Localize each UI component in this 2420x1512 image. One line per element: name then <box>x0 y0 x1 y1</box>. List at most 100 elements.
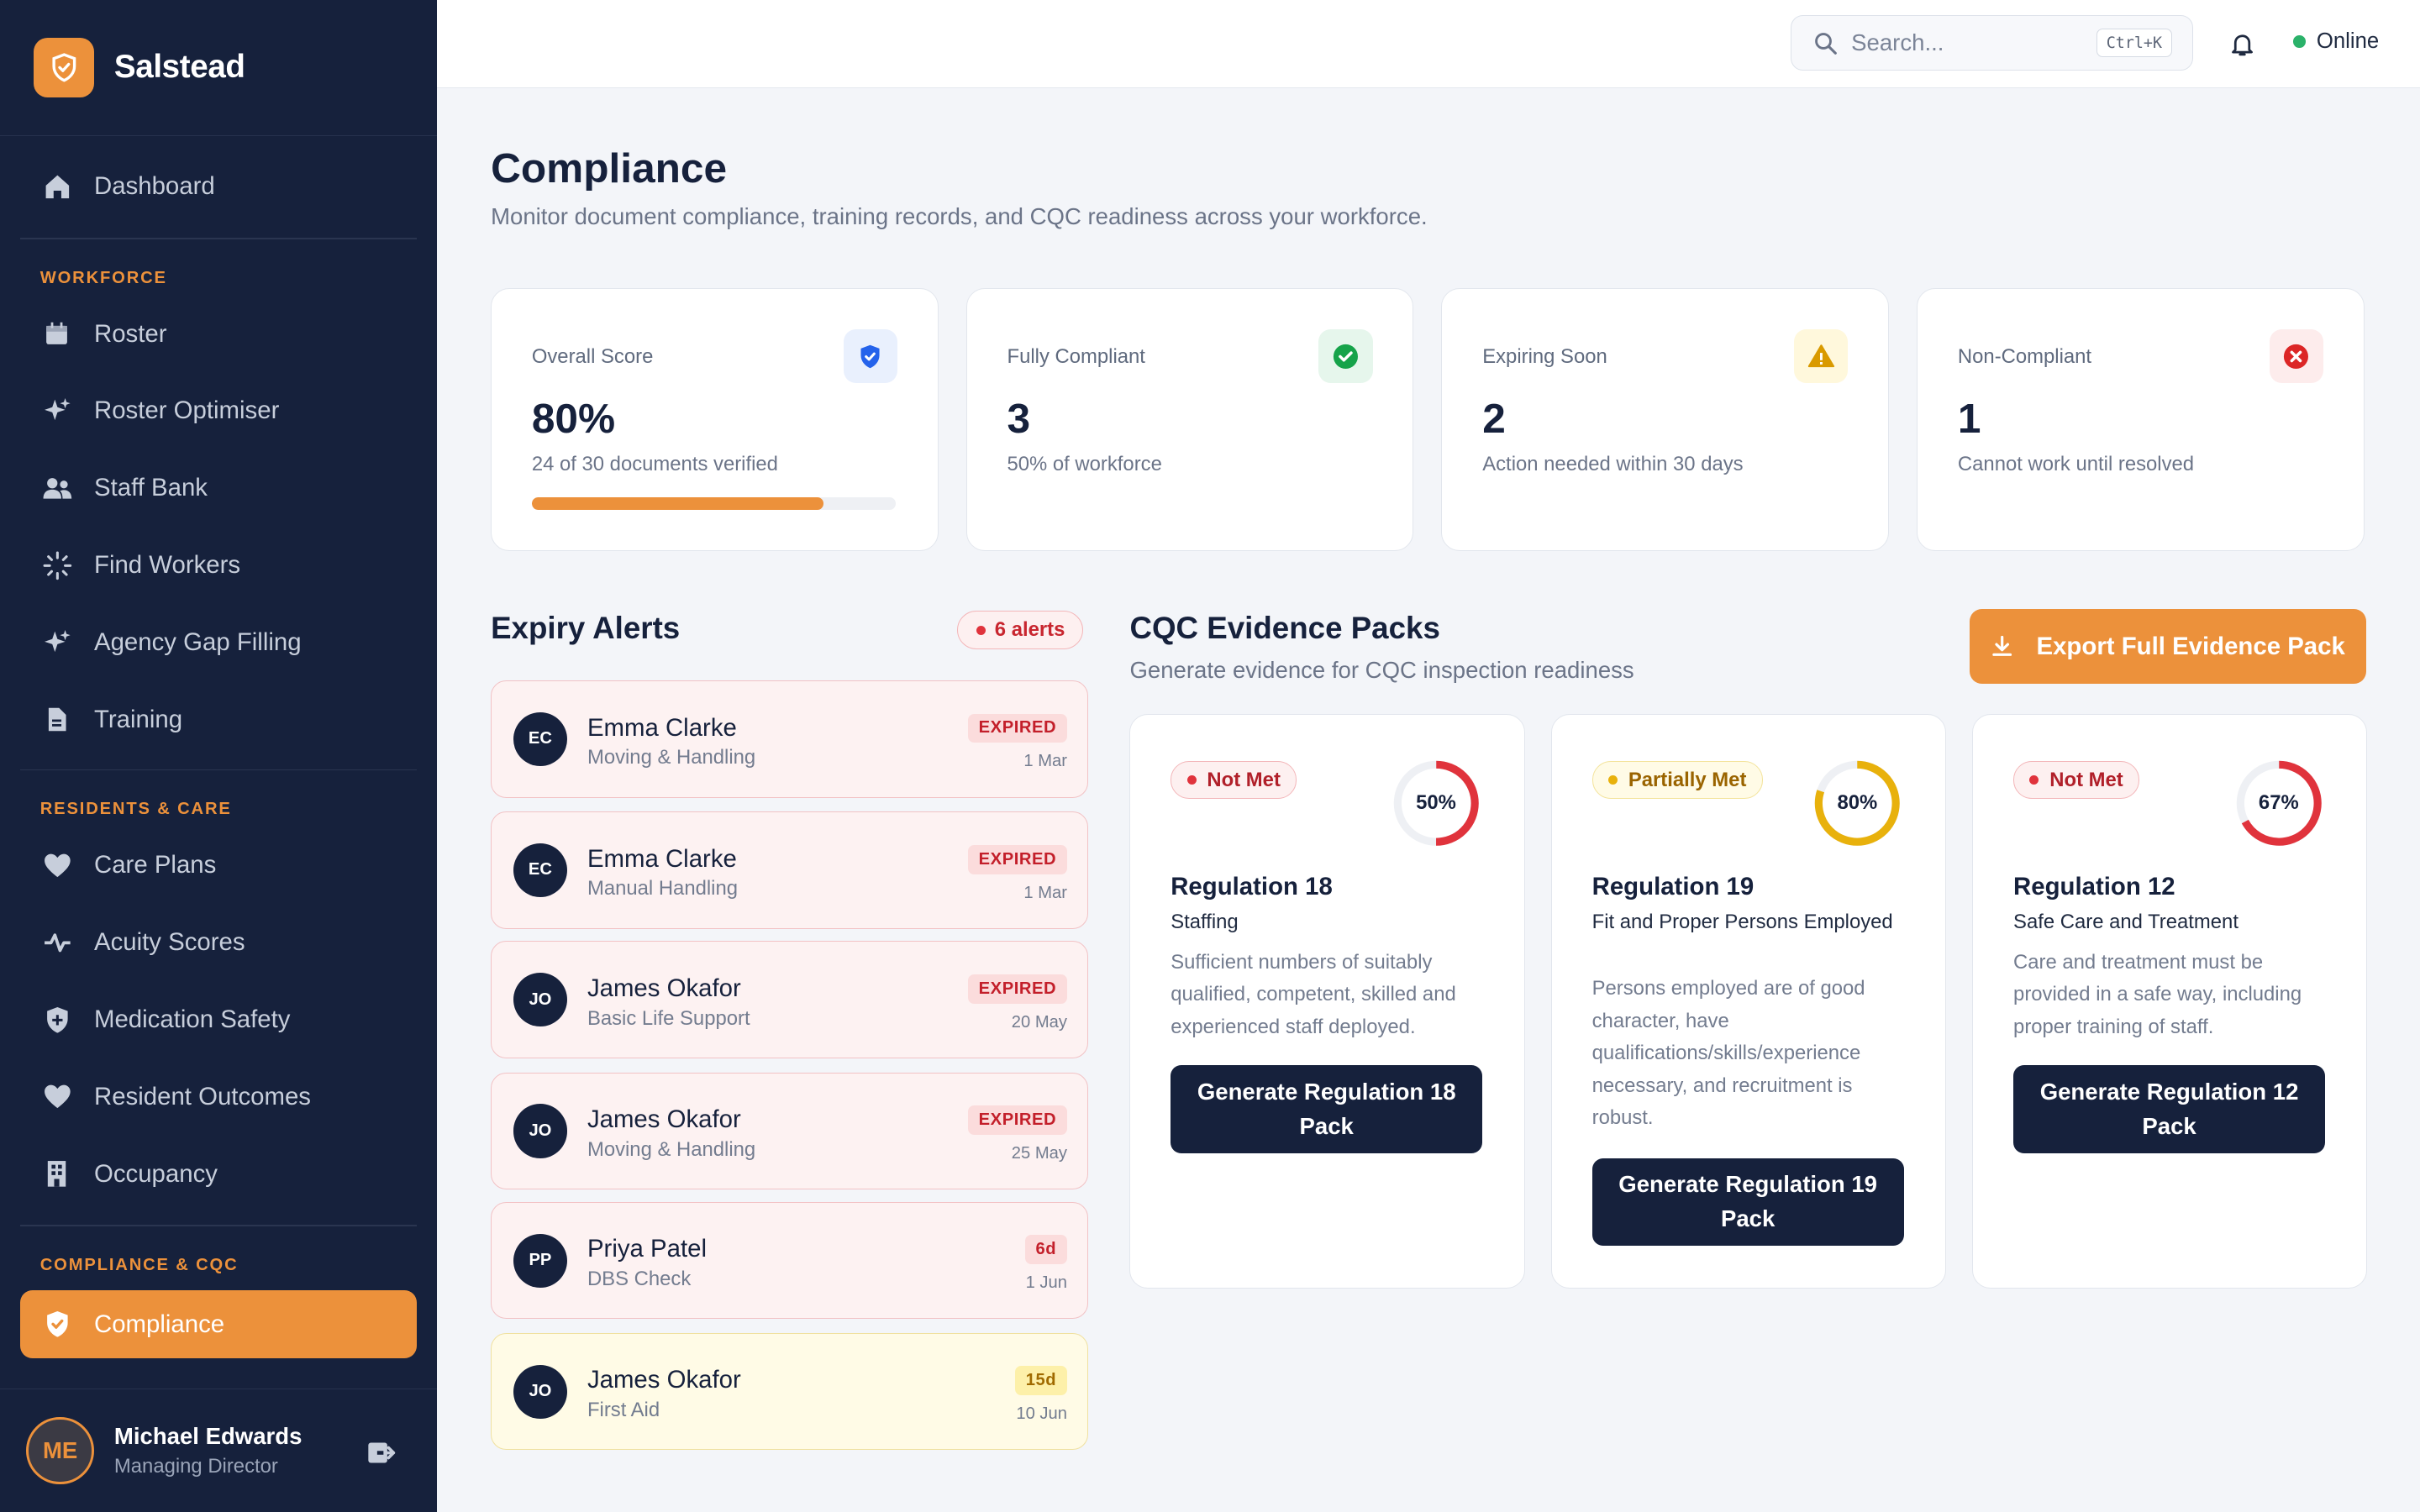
shield-logo-icon <box>34 37 95 98</box>
heart-icon <box>42 1081 73 1112</box>
nav-item-care-plans[interactable]: Care Plans <box>0 827 437 904</box>
badge-label: 6 alerts <box>994 618 1065 642</box>
nav-item-occupancy[interactable]: Occupancy <box>0 1136 437 1213</box>
logout-icon[interactable] <box>366 1439 397 1473</box>
app-name: Salstead <box>113 49 245 86</box>
nav-label: Staff Bank <box>94 474 208 502</box>
expiry-alert-item[interactable]: EC Emma Clarke Moving & Handling EXPIRED… <box>491 680 1088 798</box>
avatar: EC <box>513 711 568 766</box>
expiry-alert-item[interactable]: JO James Okafor First Aid 15d 10 Jun <box>491 1332 1088 1451</box>
status-dot <box>1186 775 1197 785</box>
expiry-date: 25 May <box>1011 1143 1067 1163</box>
regulation-description: Care and treatment must be provided in a… <box>2013 950 2302 1039</box>
main-content: Compliance Monitor document compliance, … <box>437 88 2420 1512</box>
expiry-date: 10 Jun <box>1016 1404 1067 1424</box>
nav-item-training[interactable]: Training <box>0 681 437 759</box>
stat-card-expiring-soon: Expiring Soon 2 Action needed within 30 … <box>1441 288 1890 551</box>
nav-item-medication-safety[interactable]: Medication Safety <box>0 981 437 1058</box>
sparkles-icon <box>42 627 73 659</box>
stat-label: Expiring Soon <box>1482 344 1607 368</box>
nav-item-find-workers[interactable]: Find Workers <box>0 527 437 604</box>
progress-fill <box>531 497 823 511</box>
brand[interactable]: Salstead <box>0 0 437 136</box>
regulation-title: Regulation 18 <box>1171 872 1333 900</box>
score-progress-bar <box>531 497 897 511</box>
search-icon <box>1812 30 1839 56</box>
regulation-card-19: Partially Met 80% Regulation 19 Fit and … <box>1550 714 1947 1289</box>
status-dot <box>2029 775 2039 785</box>
search-input[interactable]: Search... <box>1851 29 1944 56</box>
nav-item-acuity-scores[interactable]: Acuity Scores <box>0 904 437 981</box>
expiry-date: 20 May <box>1011 1012 1067 1032</box>
heart-icon <box>42 850 73 881</box>
status-label: Partially Met <box>1628 768 1747 791</box>
nav-label: Occupancy <box>94 1159 218 1188</box>
regulation-subtitle: Fit and Proper Persons Employed <box>1591 910 1893 933</box>
stat-value: 3 <box>1007 395 1031 443</box>
course-name: First Aid <box>587 1399 660 1422</box>
export-evidence-pack-button[interactable]: Export Full Evidence Pack <box>1969 609 2366 684</box>
nav-item-dashboard[interactable]: Dashboard <box>0 148 437 225</box>
status-badge: 15d <box>1014 1366 1067 1396</box>
activity-icon <box>42 927 73 958</box>
topbar: Search... Ctrl+K Online <box>436 0 2420 88</box>
avatar: JO <box>513 1104 568 1158</box>
expiry-alert-item[interactable]: EC Emma Clarke Manual Handling EXPIRED 1… <box>491 811 1088 929</box>
nav-label: Find Workers <box>94 551 241 580</box>
bell-icon[interactable] <box>2228 29 2256 66</box>
stat-value: 1 <box>1957 395 1981 443</box>
status-badge: Not Met <box>2013 761 2140 799</box>
nav-item-agency-gap-filling[interactable]: Agency Gap Filling <box>0 604 437 681</box>
section-residents-care: RESIDENTS & CARE <box>39 800 232 819</box>
expiry-alert-item[interactable]: PP Priya Patel DBS Check 6d 1 Jun <box>491 1201 1088 1320</box>
stat-card-overall-score: Overall Score 80% 24 of 30 documents ver… <box>491 288 939 551</box>
online-status: Online <box>2293 29 2379 54</box>
nav-item-staff-bank[interactable]: Staff Bank <box>0 449 437 527</box>
x-circle-icon <box>2269 329 2324 384</box>
nav-label: Acuity Scores <box>94 928 245 957</box>
regulation-title: Regulation 19 <box>1591 872 1754 900</box>
expiry-alert-item[interactable]: JO James Okafor Moving & Handling EXPIRE… <box>491 1072 1088 1190</box>
nav-item-roster[interactable]: Roster <box>0 296 437 373</box>
status-badge: 6d <box>1024 1235 1067 1265</box>
course-name: Manual Handling <box>587 877 738 900</box>
expiry-alert-item[interactable]: JO James Okafor Basic Life Support EXPIR… <box>491 941 1088 1058</box>
nav-label: Dashboard <box>94 172 215 201</box>
regulation-subtitle: Safe Care and Treatment <box>2013 910 2238 933</box>
generate-regulation-18-button[interactable]: Generate Regulation 18 Pack <box>1171 1065 1483 1153</box>
stat-desc: Action needed within 30 days <box>1482 453 1744 476</box>
progress-percent: 80% <box>1837 791 1878 815</box>
regulation-subtitle: Staffing <box>1171 910 1239 933</box>
stat-label: Fully Compliant <box>1007 344 1145 368</box>
stat-label: Non-Compliant <box>1957 344 2092 368</box>
generate-regulation-19-button[interactable]: Generate Regulation 19 Pack <box>1591 1158 1904 1247</box>
page-title: Compliance <box>491 144 728 192</box>
stat-card-non-compliant: Non-Compliant 1 Cannot work until resolv… <box>1917 288 2365 551</box>
sidebar: Salstead Dashboard WORKFORCE Roster Rost… <box>0 0 437 1512</box>
worker-name: James Okafor <box>587 1105 741 1134</box>
status-badge: Not Met <box>1171 761 1297 799</box>
nav-item-roster-optimiser[interactable]: Roster Optimiser <box>0 373 437 450</box>
alerts-count-badge: 6 alerts <box>956 611 1083 650</box>
avatar: EC <box>513 843 568 898</box>
user-profile[interactable]: ME Michael Edwards Managing Director <box>0 1389 437 1512</box>
nav-label: Resident Outcomes <box>94 1082 311 1110</box>
section-workforce: WORKFORCE <box>39 268 167 287</box>
worker-name: James Okafor <box>587 1366 741 1394</box>
search-box[interactable]: Search... Ctrl+K <box>1790 15 2193 71</box>
generate-regulation-12-button[interactable]: Generate Regulation 12 Pack <box>2013 1065 2326 1153</box>
regulation-description: Persons employed are of good character, … <box>1591 977 1865 1130</box>
nav-item-resident-outcomes[interactable]: Resident Outcomes <box>0 1058 437 1136</box>
regulation-card-12: Not Met 67% Regulation 12 Safe Care and … <box>1972 714 2368 1289</box>
stat-value: 2 <box>1482 395 1506 443</box>
regulation-description: Sufficient numbers of suitably qualified… <box>1171 950 1456 1039</box>
document-icon <box>42 704 73 735</box>
status-badge: EXPIRED <box>967 974 1067 1004</box>
section-compliance-cqc: COMPLIANCE & CQC <box>39 1255 239 1274</box>
status-dot <box>2293 35 2307 48</box>
expiry-date: 1 Mar <box>1023 752 1067 771</box>
button-label: Export Full Evidence Pack <box>2036 632 2345 660</box>
nav-item-compliance[interactable]: Compliance <box>19 1290 417 1359</box>
worker-name: James Okafor <box>587 974 741 1002</box>
regulation-card-18: Not Met 50% Regulation 18 Staffing Suffi… <box>1129 714 1525 1289</box>
